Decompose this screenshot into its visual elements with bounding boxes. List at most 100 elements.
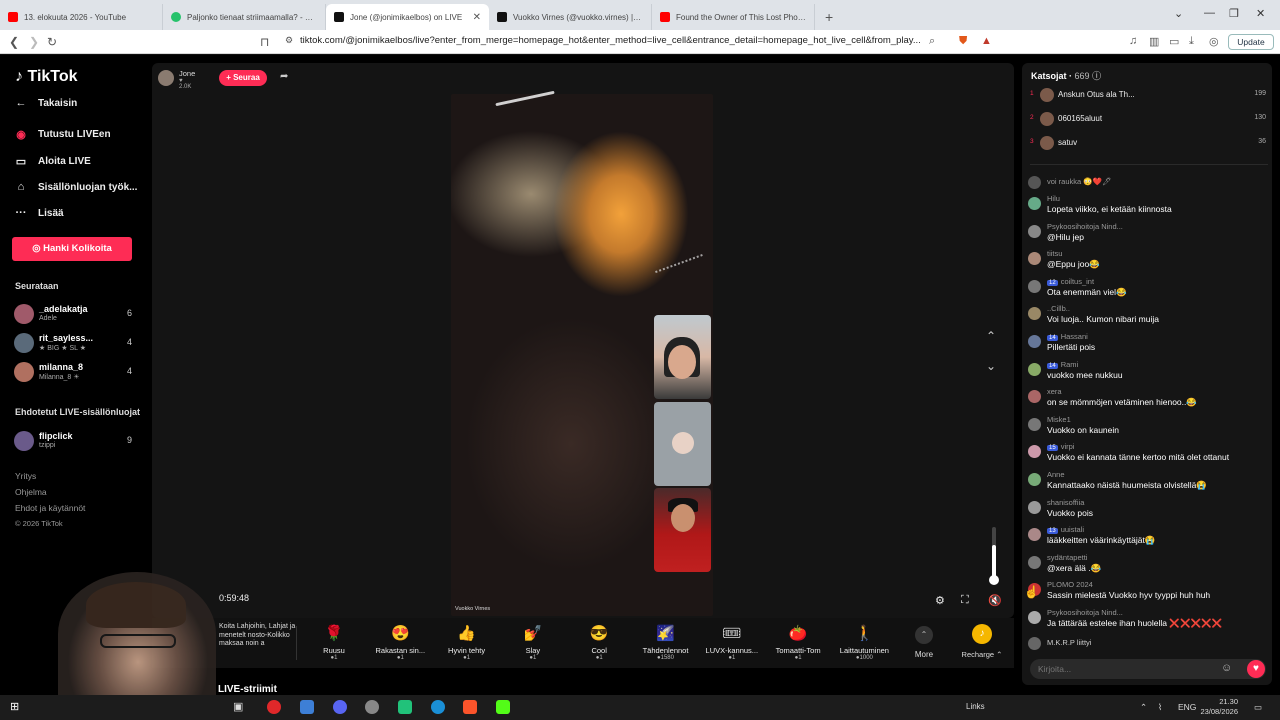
browser-tab[interactable]: Found the Owner of This Lost Phon... [652,4,815,30]
back-link[interactable]: ← Takaisin [14,97,78,109]
tiktok-logo[interactable]: ♪ TikTok [15,68,78,86]
chat-message[interactable]: PLOMO 2024 Sassin mielestä Vuokko hyv tyy… [1028,580,1268,606]
update-button[interactable]: Update [1228,34,1274,50]
chat-message[interactable]: shanisoffiia Vuokko pois [1028,498,1268,524]
close-window-icon[interactable]: ✕ [1256,7,1265,20]
download-icon[interactable]: ⤓ [1189,35,1194,48]
guest-video[interactable] [654,315,711,399]
wallet-icon[interactable]: ▭ [1169,35,1179,48]
minimize-icon[interactable]: — [1204,7,1215,19]
task-view-icon[interactable]: ▣ [233,700,247,714]
top-viewer-row[interactable]: 3 satuv 36 [1030,134,1268,154]
follow-button[interactable]: + Seuraa [219,70,267,86]
footer-link-program[interactable]: Ohjelma [15,487,47,497]
network-icon[interactable]: ⌇ [1158,702,1162,713]
chat-message[interactable]: ..Cillb.. Voi luoja.. Kumon nibari muija [1028,304,1268,330]
get-coins-button[interactable]: ◎ Hanki Kolikoita [12,237,132,261]
fullscreen-icon[interactable]: ⛶ [961,594,969,607]
chat-message[interactable]: tiitsu @Eppu joo😂 [1028,249,1268,275]
footer-link-terms[interactable]: Ehdot ja käytännöt [15,503,85,513]
gift-item[interactable]: 🎟 LUVX-kannus... ●1 [700,624,764,661]
chat-message[interactable]: sydäntapetti @xera älä .😂 [1028,553,1268,579]
suggested-item[interactable]: flipclick tzippi 9 [14,429,134,455]
viewers-header[interactable]: Katsojat · 669 ⓘ [1031,69,1101,82]
language-indicator[interactable]: ENG [1178,702,1196,712]
url-field[interactable]: tiktok.com/@jonimikaelbos/live?enter_fro… [300,35,921,46]
forward-icon[interactable]: ❯ [29,35,39,49]
gift-item[interactable]: 🌹 Ruusu ●1 [302,624,366,661]
settings-icon[interactable]: ⚙ [935,594,945,607]
site-settings-icon[interactable]: ⚙ [285,35,293,46]
vpn-icon[interactable]: ◎ [1209,35,1219,48]
gift-item[interactable]: 😎 Cool ●1 [567,624,631,661]
gift-item[interactable]: 👍 Hyvin tehty ●1 [435,624,499,661]
chat-input[interactable] [1038,662,1218,676]
chat-message[interactable]: 15 virpi Vuokko ei kannata tänne kertoo mi… [1028,442,1268,468]
app-icon[interactable] [300,700,314,714]
footer-link-company[interactable]: Yritys [15,471,36,481]
chevron-up-icon[interactable]: ⌃ [1140,702,1147,713]
opera-icon[interactable] [267,700,281,714]
nav-creator-tools[interactable]: ⌂ Sisällönluojan työk... [14,181,138,193]
like-button[interactable]: ♥ [1247,660,1265,678]
gift-item[interactable]: 🍅 Tomaatti-Tom ●1 [766,624,830,661]
share-icon[interactable]: ➦ [280,71,288,82]
chat-message[interactable]: 14 Hassani Pillertäti pois [1028,332,1268,358]
app-icon[interactable] [365,700,379,714]
chat-message[interactable]: Miske1 Vuokko on kaunein [1028,415,1268,441]
chat-message[interactable]: xera on se mömmöjen vetäminen hienoo..😂 [1028,387,1268,413]
chevron-up-icon[interactable]: ⌃ [986,329,996,343]
tab-list-icon[interactable]: ⌄ [1174,7,1183,20]
shield-icon[interactable]: ⛊ [959,35,967,48]
following-item[interactable]: milanna_8 Milanna_8 ☀ 4 [14,360,134,386]
following-item[interactable]: _adelakatja Adele 6 [14,302,134,328]
recharge-button[interactable]: ♪ Recharge ⌃ [958,624,1006,659]
brave-icon[interactable] [463,700,477,714]
chat-message[interactable]: Anne Kannattaako näistä huumeista olviste… [1028,470,1268,496]
restore-icon[interactable]: ❐ [1229,7,1239,20]
discord-icon[interactable] [333,700,347,714]
guest-video[interactable] [654,402,711,486]
chat-message[interactable]: 12 coiltus_int Ota enemmän viel😂 [1028,277,1268,303]
browser-tab[interactable]: 13. elokuuta 2026 - YouTube [0,4,163,30]
chat-message[interactable]: Psykoosihoitoja Nind... Ja tättärää estel… [1028,608,1268,634]
browser-tab-active[interactable]: Jone (@jonimikaelbos) on LIVE ✕ [326,4,489,30]
clock[interactable]: 21.30 23/08/2026 [1198,697,1238,717]
chat-message[interactable]: M.K.R.P liittyi [1028,636,1268,662]
links-toolbar[interactable]: Links [966,702,985,711]
nav-explore-live[interactable]: ◉ Tutustu LIVEen [14,128,110,141]
chevron-down-icon[interactable]: ⌄ [986,359,996,373]
chat-message[interactable]: 13 uuistali lääkkeitten väärinkäyttäjät😭 [1028,525,1268,551]
following-item[interactable]: rit_sayless... ★ BIG ★ SL ★ 4 [14,331,134,357]
zoom-icon[interactable]: ⌕ [929,35,935,48]
edge-icon[interactable] [431,700,445,714]
extensions-icon[interactable]: ♫ [1129,35,1137,47]
guest-video[interactable] [654,488,711,572]
gift-item[interactable]: 💅 Slay ●1 [501,624,565,661]
rewards-icon[interactable]: ▲ [981,35,992,47]
browser-tab[interactable]: Vuokko Virnes (@vuokko.virnes) | Ti... [489,4,652,30]
new-tab-button[interactable]: + [815,4,843,30]
reload-icon[interactable]: ↻ [47,35,57,49]
mute-icon[interactable]: 🔇 [988,594,1002,607]
chat-message[interactable]: Hilu Lopeta viikko, ei ketään kiinnosta [1028,194,1268,220]
volume-handle[interactable] [989,575,999,585]
gift-item[interactable]: 🌠 Tähdenlennot ●1580 [634,624,698,661]
kick-icon[interactable] [496,700,510,714]
nav-more[interactable]: ··· Lisää [14,207,64,219]
gift-item[interactable]: 🚶 Laittautuminen ●1000 [832,624,896,661]
chat-message[interactable]: Psykoosihoitoja Nind... @Hilu jep [1028,222,1268,248]
app-icon[interactable] [398,700,412,714]
nav-start-live[interactable]: ▭ Aloita LIVE [14,155,91,168]
sidebar-toggle-icon[interactable]: ▥ [1149,35,1159,48]
windows-start-icon[interactable]: ⊞ [10,700,24,714]
back-icon[interactable]: ❮ [9,35,19,49]
gift-item[interactable]: 😍 Rakastan sin... ●1 [368,624,432,661]
close-tab-icon[interactable]: ✕ [473,12,481,23]
emoji-icon[interactable]: ☺ [1221,662,1232,674]
notifications-icon[interactable]: ▭ [1254,702,1262,713]
top-viewer-row[interactable]: 1 Anskun Otus ala Th... 199 [1030,86,1268,106]
bookmark-icon[interactable]: ⊓ [260,35,269,49]
browser-tab[interactable]: Paljonko tienaat striimaamalla? - Le... [163,4,326,30]
more-gifts-button[interactable]: ⌃ More [908,624,940,659]
